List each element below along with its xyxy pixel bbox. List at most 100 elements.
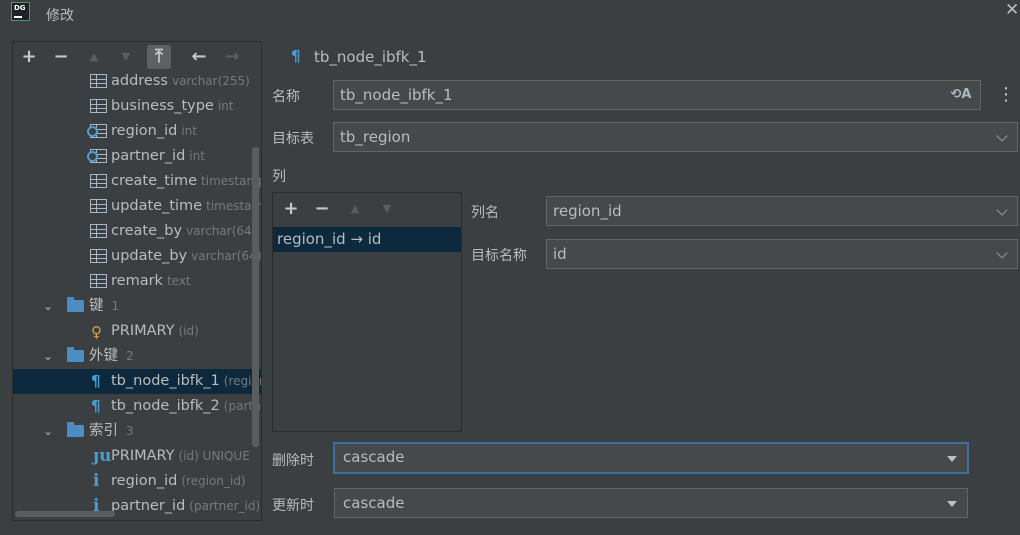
on-delete-value: cascade [343,448,405,466]
schema-tree-panel: + − ▲ ▼ ⤒ ← → address varchar(255) busines… [12,41,262,521]
close-icon[interactable]: ✕ [1005,0,1019,20]
tree-column-row[interactable]: region_id int [13,119,261,144]
column-icon [90,99,107,113]
column-type: varchar(64) [186,224,257,238]
app-logo-icon: DG [11,2,30,21]
column-name: create_by [111,223,183,239]
group-count: 1 [111,299,120,313]
tree-toolbar: + − ▲ ▼ ⤒ ← → [13,42,261,72]
tree-indexes-item[interactable]: i region_id (region_id) [13,469,261,494]
tree-group-indexes[interactable]: ⌄ 索引 3 [13,419,261,444]
tree-column-row[interactable]: address varchar(255) [13,69,261,94]
target-table-combo[interactable]: tb_region [333,122,1018,152]
column-name: update_time [111,198,203,214]
tree-keys-item[interactable]: ♀ PRIMARY (id) [13,319,261,344]
column-mapping-panel: + − ▲ ▼ region_id → id [272,192,462,432]
mapping-row[interactable]: region_id → id [273,227,461,252]
column-name-combo[interactable]: region_id [546,196,1018,226]
column-icon [90,224,107,238]
tree-group-foreign_keys[interactable]: ⌄ 外键 2 [13,344,261,369]
tree-group-keys[interactable]: ⌄ 键 1 [13,294,261,319]
tree-column-row[interactable]: remark text [13,269,261,294]
column-name-value: region_id [553,202,622,220]
on-update-select[interactable]: cascade [334,488,968,518]
item-name: PRIMARY [111,323,175,339]
on-update-label: 更新时 [272,498,314,514]
target-name-combo[interactable]: id [546,239,1018,269]
tree-column-row[interactable]: business_type int [13,94,261,119]
column-type: int [189,149,205,163]
index-icon: i [93,471,100,491]
forward-button[interactable]: → [220,45,244,69]
on-delete-select[interactable]: cascade [333,442,969,474]
primary-key-icon: ♀ [91,323,102,341]
fk-column-icon [87,124,107,138]
chevron-down-icon[interactable]: ⌄ [43,419,57,444]
column-name: remark [111,273,163,289]
fk-column-icon [87,149,107,163]
folder-icon [67,422,84,437]
item-name: region_id [111,473,178,489]
group-count: 3 [126,424,134,438]
column-name: create_time [111,173,198,189]
target-name-value: id [553,245,567,263]
tree-column-row[interactable]: update_timetimestamp [13,194,261,219]
group-count: 2 [126,349,134,363]
item-detail: (partner_id) [189,499,261,513]
tree-horizontal-scrollbar[interactable] [15,511,115,517]
item-name: PRIMARY [111,448,175,464]
target-table-label: 目标表 [272,131,314,147]
move-down-button[interactable]: ▼ [114,45,138,69]
more-options-icon[interactable]: ⋮ [997,84,1015,105]
column-name: update_by [111,248,188,264]
back-button[interactable]: ← [187,45,211,69]
item-detail: (id) UNIQUE [178,449,250,463]
tree-column-row[interactable]: update_by varchar(64) [13,244,261,269]
column-name: region_id [111,123,178,139]
column-icon [90,199,107,213]
tree-foreign_keys-item[interactable]: ¶tb_node_ibfk_1(region_id) [13,369,261,394]
move-up-button[interactable]: ▲ [82,45,106,69]
move-mapping-up-button[interactable]: ▲ [343,197,367,221]
fk-header-title: tb_node_ibfk_1 [314,48,427,66]
foreign-key-icon: ¶ [291,47,301,65]
columns-label: 列 [272,169,286,185]
tree-indexes-item[interactable]: ȷu PRIMARY (id) UNIQUE [13,444,261,469]
name-input-value: tb_node_ibfk_1 [340,86,453,104]
column-icon [90,249,107,263]
column-icon [90,74,107,88]
tree-column-row[interactable]: partner_id int [13,144,261,169]
column-type: text [166,274,191,288]
on-delete-label: 删除时 [272,453,314,469]
on-update-value: cascade [343,494,405,512]
add-button[interactable]: + [17,45,41,69]
title-bar: DG 修改 ✕ [0,0,1020,30]
chevron-down-icon[interactable]: ⌄ [43,344,57,369]
item-detail: (id) [178,324,199,338]
add-mapping-button[interactable]: + [279,197,303,221]
remove-mapping-button[interactable]: − [310,197,334,221]
folder-icon [67,347,84,362]
move-mapping-down-button[interactable]: ▼ [375,197,399,221]
remove-button[interactable]: − [49,45,73,69]
chevron-down-icon[interactable]: ⌄ [43,294,57,319]
column-icon [90,174,107,188]
group-label: 键 [89,298,104,314]
tree-column-row[interactable]: create_by varchar(64) [13,219,261,244]
unique-index-icon: ȷu [93,446,112,466]
foreign-key-icon: ¶ [91,372,101,390]
item-detail: (region_id) [181,474,246,488]
tree-vertical-scrollbar[interactable] [252,147,259,447]
pin-button[interactable]: ⤒ [147,45,171,69]
tree-column-row[interactable]: create_time timestamp [13,169,261,194]
window-title: 修改 [46,8,74,24]
target-name-label: 目标名称 [471,248,527,264]
group-label: 外键 [89,348,118,364]
column-type: varchar(255) [171,74,250,88]
regenerate-name-icon[interactable]: ⟲A [950,84,972,106]
name-input[interactable]: tb_node_ibfk_1 ⟲A [333,80,981,110]
tree-foreign_keys-item[interactable]: ¶tb_node_ibfk_2(partner_id) [13,394,261,419]
column-type: int [217,99,234,113]
column-name: address [111,73,168,89]
column-name-label: 列名 [471,205,499,221]
